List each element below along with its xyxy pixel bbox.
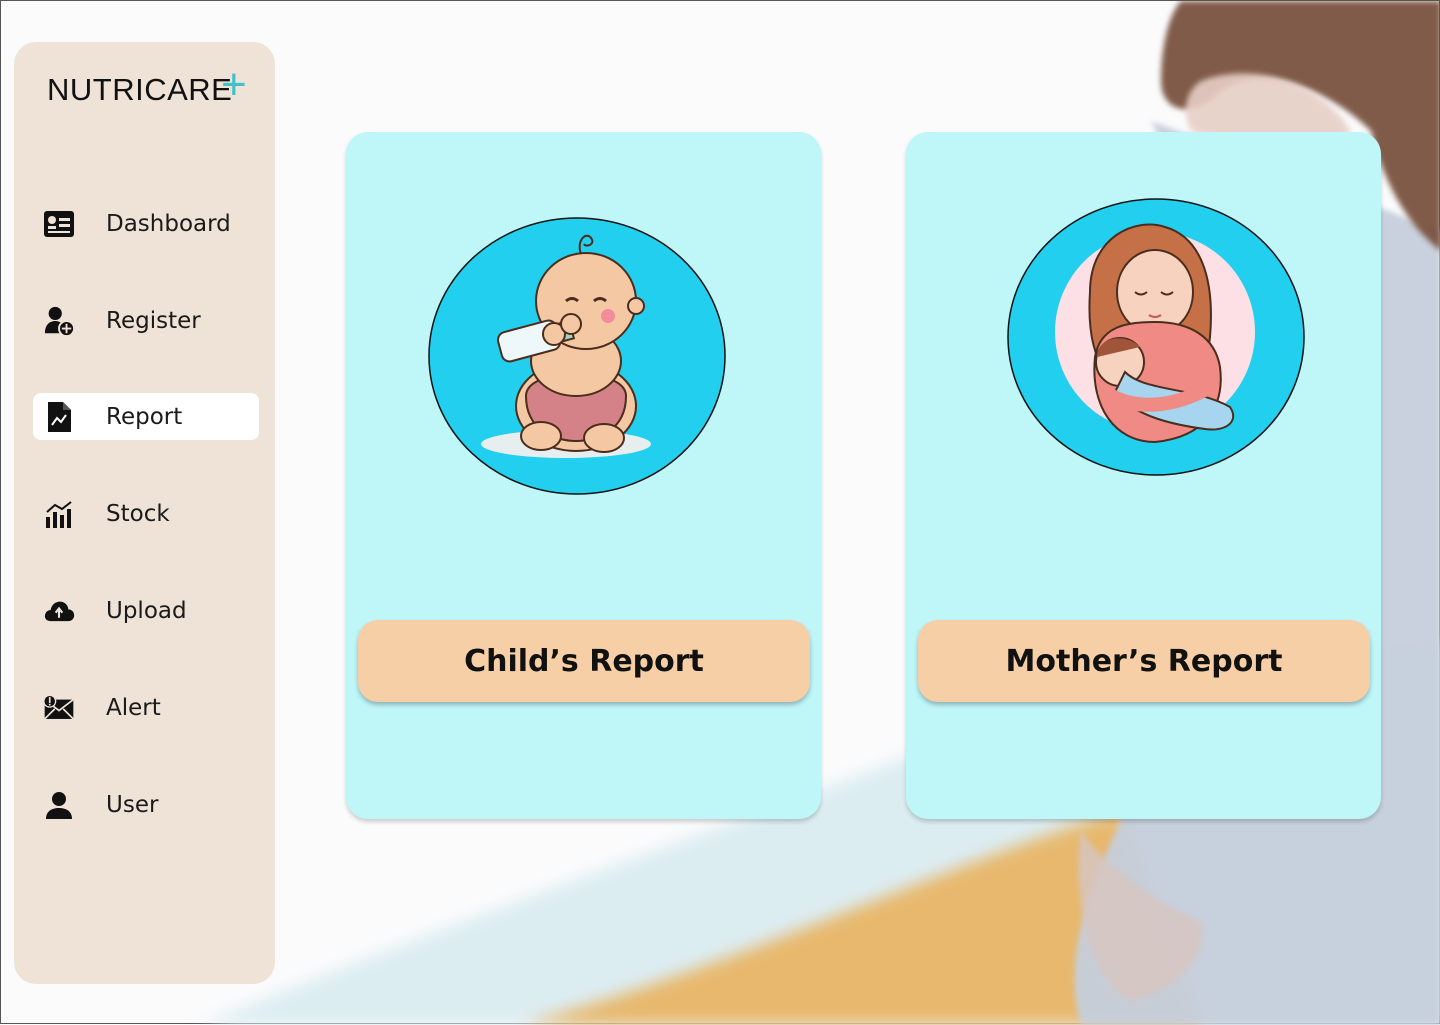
baby-illustration xyxy=(428,217,726,495)
stock-chart-icon xyxy=(43,498,75,530)
sidebar-item-dashboard[interactable]: Dashboard xyxy=(33,200,259,247)
sidebar-item-label: Report xyxy=(106,404,183,430)
sidebar-item-user[interactable]: User xyxy=(33,781,259,828)
alert-mail-icon xyxy=(43,692,75,724)
cloud-upload-icon xyxy=(43,595,75,627)
sidebar-item-label: Register xyxy=(106,308,201,334)
child-report-card[interactable]: Child’s Report xyxy=(346,132,821,819)
sidebar-item-report[interactable]: Report xyxy=(33,393,259,440)
logo-plus-icon: + xyxy=(221,60,248,109)
dashboard-icon xyxy=(43,208,75,240)
user-icon xyxy=(43,789,75,821)
sidebar: NUTRICARE + Dashboard Register Report St… xyxy=(14,42,275,984)
sidebar-item-label: Alert xyxy=(106,695,161,721)
child-report-button[interactable]: Child’s Report xyxy=(358,620,810,702)
sidebar-item-label: Dashboard xyxy=(106,211,231,237)
report-icon xyxy=(43,401,75,433)
sidebar-item-register[interactable]: Register xyxy=(33,297,259,344)
logo-text: NUTRICARE xyxy=(47,72,233,107)
mother-illustration xyxy=(1007,198,1305,476)
mother-report-card[interactable]: Mother’s Report xyxy=(906,132,1381,819)
mother-report-button[interactable]: Mother’s Report xyxy=(918,620,1370,702)
sidebar-item-label: Stock xyxy=(106,501,170,527)
add-user-icon xyxy=(43,305,75,337)
sidebar-item-upload[interactable]: Upload xyxy=(33,587,259,634)
sidebar-item-stock[interactable]: Stock xyxy=(33,490,259,537)
sidebar-item-alert[interactable]: Alert xyxy=(33,684,259,731)
sidebar-item-label: User xyxy=(106,792,159,818)
sidebar-item-label: Upload xyxy=(106,598,187,624)
